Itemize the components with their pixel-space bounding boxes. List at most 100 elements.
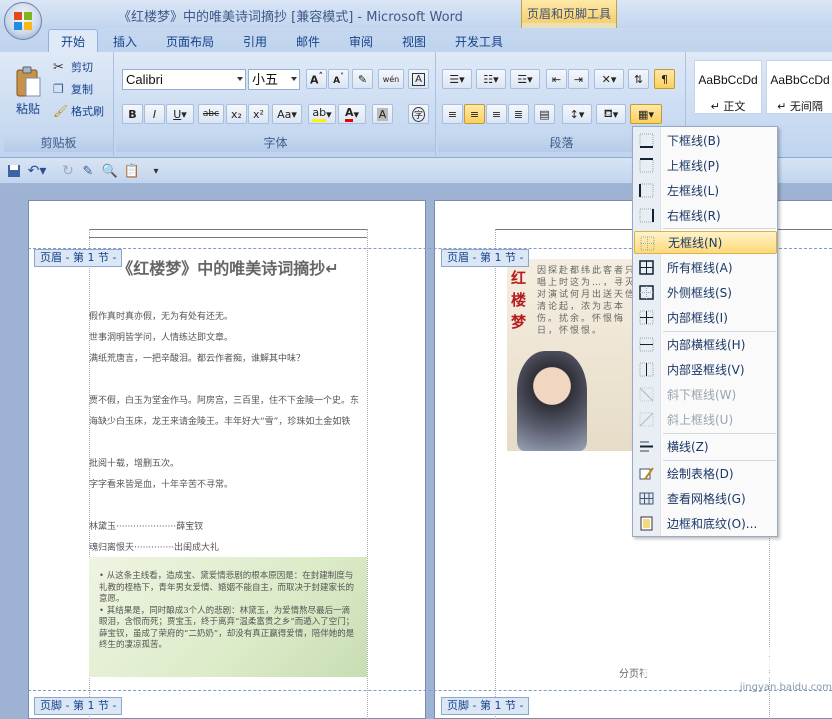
diagonal-up-border-icon (639, 412, 654, 427)
menu-item-inside-vertical[interactable]: 内部竖框线(V) (634, 358, 777, 381)
menu-item-draw-table[interactable]: 绘制表格(D) (634, 462, 777, 485)
justify-button[interactable]: ≣ (508, 104, 529, 124)
tab-review[interactable]: 审阅 (349, 33, 373, 50)
tab-mailings[interactable]: 邮件 (296, 33, 320, 50)
border-bottom-icon (639, 133, 654, 148)
align-left-button[interactable]: ≡ (442, 104, 463, 124)
distributed-button[interactable]: ▤ (534, 104, 555, 124)
align-right-icon: ≡ (491, 107, 502, 121)
inside-borders-icon (639, 310, 654, 325)
shrink-font-button[interactable]: A˅ (328, 69, 349, 89)
font-color-button[interactable]: A ▾ (338, 104, 366, 124)
bold-button[interactable]: B (122, 104, 143, 124)
tab-insert[interactable]: 插入 (113, 33, 137, 50)
strikethrough-button[interactable]: abc (198, 104, 224, 124)
menu-item-right-border[interactable]: 右框线(R) (634, 204, 777, 227)
menu-item-label: 上框线(P) (667, 159, 720, 173)
underline-icon: U (173, 107, 182, 121)
char-shading-button[interactable]: A (372, 104, 393, 124)
multilevel-list-icon: ☲ (517, 72, 528, 86)
enclose-char-button[interactable]: 字 (408, 104, 429, 124)
redo-icon[interactable]: ↻ (60, 163, 76, 179)
menu-item-no-border[interactable]: 无框线(N) (634, 231, 777, 254)
tab-view[interactable]: 视图 (402, 33, 426, 50)
poster-image[interactable]: 红楼梦 因探赴都纬此客者只唱上时这为…，寻灭对演试何月出送天信清论起，浓为志本伤… (507, 259, 637, 451)
subscript-button[interactable]: x₂ (226, 104, 247, 124)
menu-item-inside-borders[interactable]: 内部框线(I) (634, 306, 777, 329)
window-title: 《红楼梦》中的唯美诗词摘抄 [兼容模式] - Microsoft Word (118, 10, 463, 25)
tab-page-layout[interactable]: 页面布局 (166, 33, 214, 50)
menu-item-diagonal-down: 斜下框线(W) (634, 383, 777, 406)
font-size-combo[interactable]: 小五 (248, 69, 300, 90)
paste-button[interactable]: 粘贴 (8, 56, 48, 126)
decrease-indent-button[interactable]: ⇤ (546, 69, 567, 89)
copy-button[interactable]: ❐ 复制 (52, 80, 108, 98)
menu-item-view-gridlines[interactable]: 查看网格线(G) (634, 487, 777, 510)
change-case-button[interactable]: Aa ▾ (272, 104, 302, 124)
italic-button[interactable]: I (144, 104, 165, 124)
bamboo-image[interactable]: • 从这条主线看，造成宝、黛爱情悲剧的根本原因是：在封建制度与礼教的桎梏下，青年… (89, 557, 367, 677)
borders-button[interactable]: ▦ ▾ (630, 104, 662, 124)
menu-item-bottom-border[interactable]: 下框线(B) (634, 129, 777, 152)
save-icon[interactable] (6, 163, 22, 179)
phonetic-guide-button[interactable]: wén (378, 69, 404, 89)
print-preview-icon[interactable]: 🔍 (102, 163, 118, 179)
menu-item-top-border[interactable]: 上框线(P) (634, 154, 777, 177)
style-sample: AaBbCcDd (698, 73, 758, 87)
tab-home[interactable]: 开始 (48, 29, 99, 53)
border-grid-icon: ▦ (638, 107, 649, 121)
menu-item-outside-borders[interactable]: 外侧框线(S) (634, 281, 777, 304)
office-button[interactable] (4, 2, 42, 40)
chinese-layout-button[interactable]: ✕ ▾ (594, 69, 624, 89)
grow-font-button[interactable]: A˄ (306, 69, 327, 89)
document-title: 《红楼梦》中的唯美诗词摘抄↵ (117, 259, 339, 278)
superscript-button[interactable]: x² (248, 104, 269, 124)
customize-qat-icon[interactable]: ▾ (148, 163, 164, 179)
tab-developer[interactable]: 开发工具 (455, 33, 503, 50)
underline-button[interactable]: U ▾ (166, 104, 194, 124)
align-right-button[interactable]: ≡ (486, 104, 507, 124)
numbering-button[interactable]: ☷ ▾ (476, 69, 506, 89)
menu-item-label: 右框线(R) (667, 209, 721, 223)
shading-button[interactable]: ⛾ ▾ (596, 104, 626, 124)
page-1[interactable]: 《红楼梦》中的唯美诗词摘抄↵ 假作真时真亦假，无为有处有还无。 世事洞明皆学问，… (28, 200, 426, 719)
change-case-icon: Aa (277, 107, 292, 121)
menu-item-inside-horizontal[interactable]: 内部横框线(H) (634, 333, 777, 356)
menu-item-horizontal-line[interactable]: 横线(Z) (634, 435, 777, 458)
menu-item-borders-shading[interactable]: 边框和底纹(O)... (634, 512, 777, 535)
menu-item-left-border[interactable]: 左框线(L) (634, 179, 777, 202)
align-center-button[interactable]: ≡ (464, 104, 485, 124)
sort-button[interactable]: ⇅ (628, 69, 649, 89)
header-section-tag: 页眉 - 第 1 节 - (34, 249, 123, 267)
increase-indent-button[interactable]: ⇥ (568, 69, 589, 89)
style-normal[interactable]: AaBbCcDd ↵ 正文 (694, 60, 762, 114)
bullets-button[interactable]: ☰ ▾ (442, 69, 472, 89)
paste-small-icon[interactable]: 📋 (124, 163, 140, 179)
tab-references[interactable]: 引用 (243, 33, 267, 50)
cut-button[interactable]: ✂ 剪切 (52, 58, 108, 76)
shrink-font-icon: A˅ (333, 72, 344, 86)
undo-icon[interactable]: ↶▾ (26, 163, 48, 179)
text-line: 贾不假，白玉为堂金作马。阿房宫，三百里，住不下金陵一个史。东 (89, 396, 360, 406)
highlight-button[interactable]: ab ▾ (308, 104, 336, 124)
clear-format-button[interactable]: ✎ (352, 69, 373, 89)
menu-item-label: 查看网格线(G) (667, 492, 746, 506)
phonetic-guide-icon: wén (382, 74, 400, 84)
italic-icon: I (152, 107, 157, 121)
edit-icon[interactable]: ✎ (80, 163, 96, 179)
decrease-indent-icon: ⇤ (551, 72, 562, 86)
char-border-button[interactable]: A (408, 69, 429, 89)
multilevel-list-button[interactable]: ☲ ▾ (510, 69, 540, 89)
copy-label: 复制 (71, 83, 93, 96)
context-tab-group-label: 页眉和页脚工具 (526, 7, 611, 21)
view-gridlines-icon (639, 492, 654, 505)
menu-separator (663, 331, 776, 332)
show-marks-button[interactable]: ¶ (654, 69, 675, 89)
style-no-spacing[interactable]: AaBbCcDd ↵ 无间隔 (766, 60, 832, 114)
paste-icon (16, 66, 41, 96)
line-spacing-button[interactable]: ↕ ▾ (562, 104, 592, 124)
font-size-value: 小五 (252, 72, 279, 87)
font-name-combo[interactable]: Calibri (122, 69, 246, 90)
menu-item-all-borders[interactable]: 所有框线(A) (634, 256, 777, 279)
format-painter-button[interactable]: 🖌 格式刷 (52, 102, 112, 120)
